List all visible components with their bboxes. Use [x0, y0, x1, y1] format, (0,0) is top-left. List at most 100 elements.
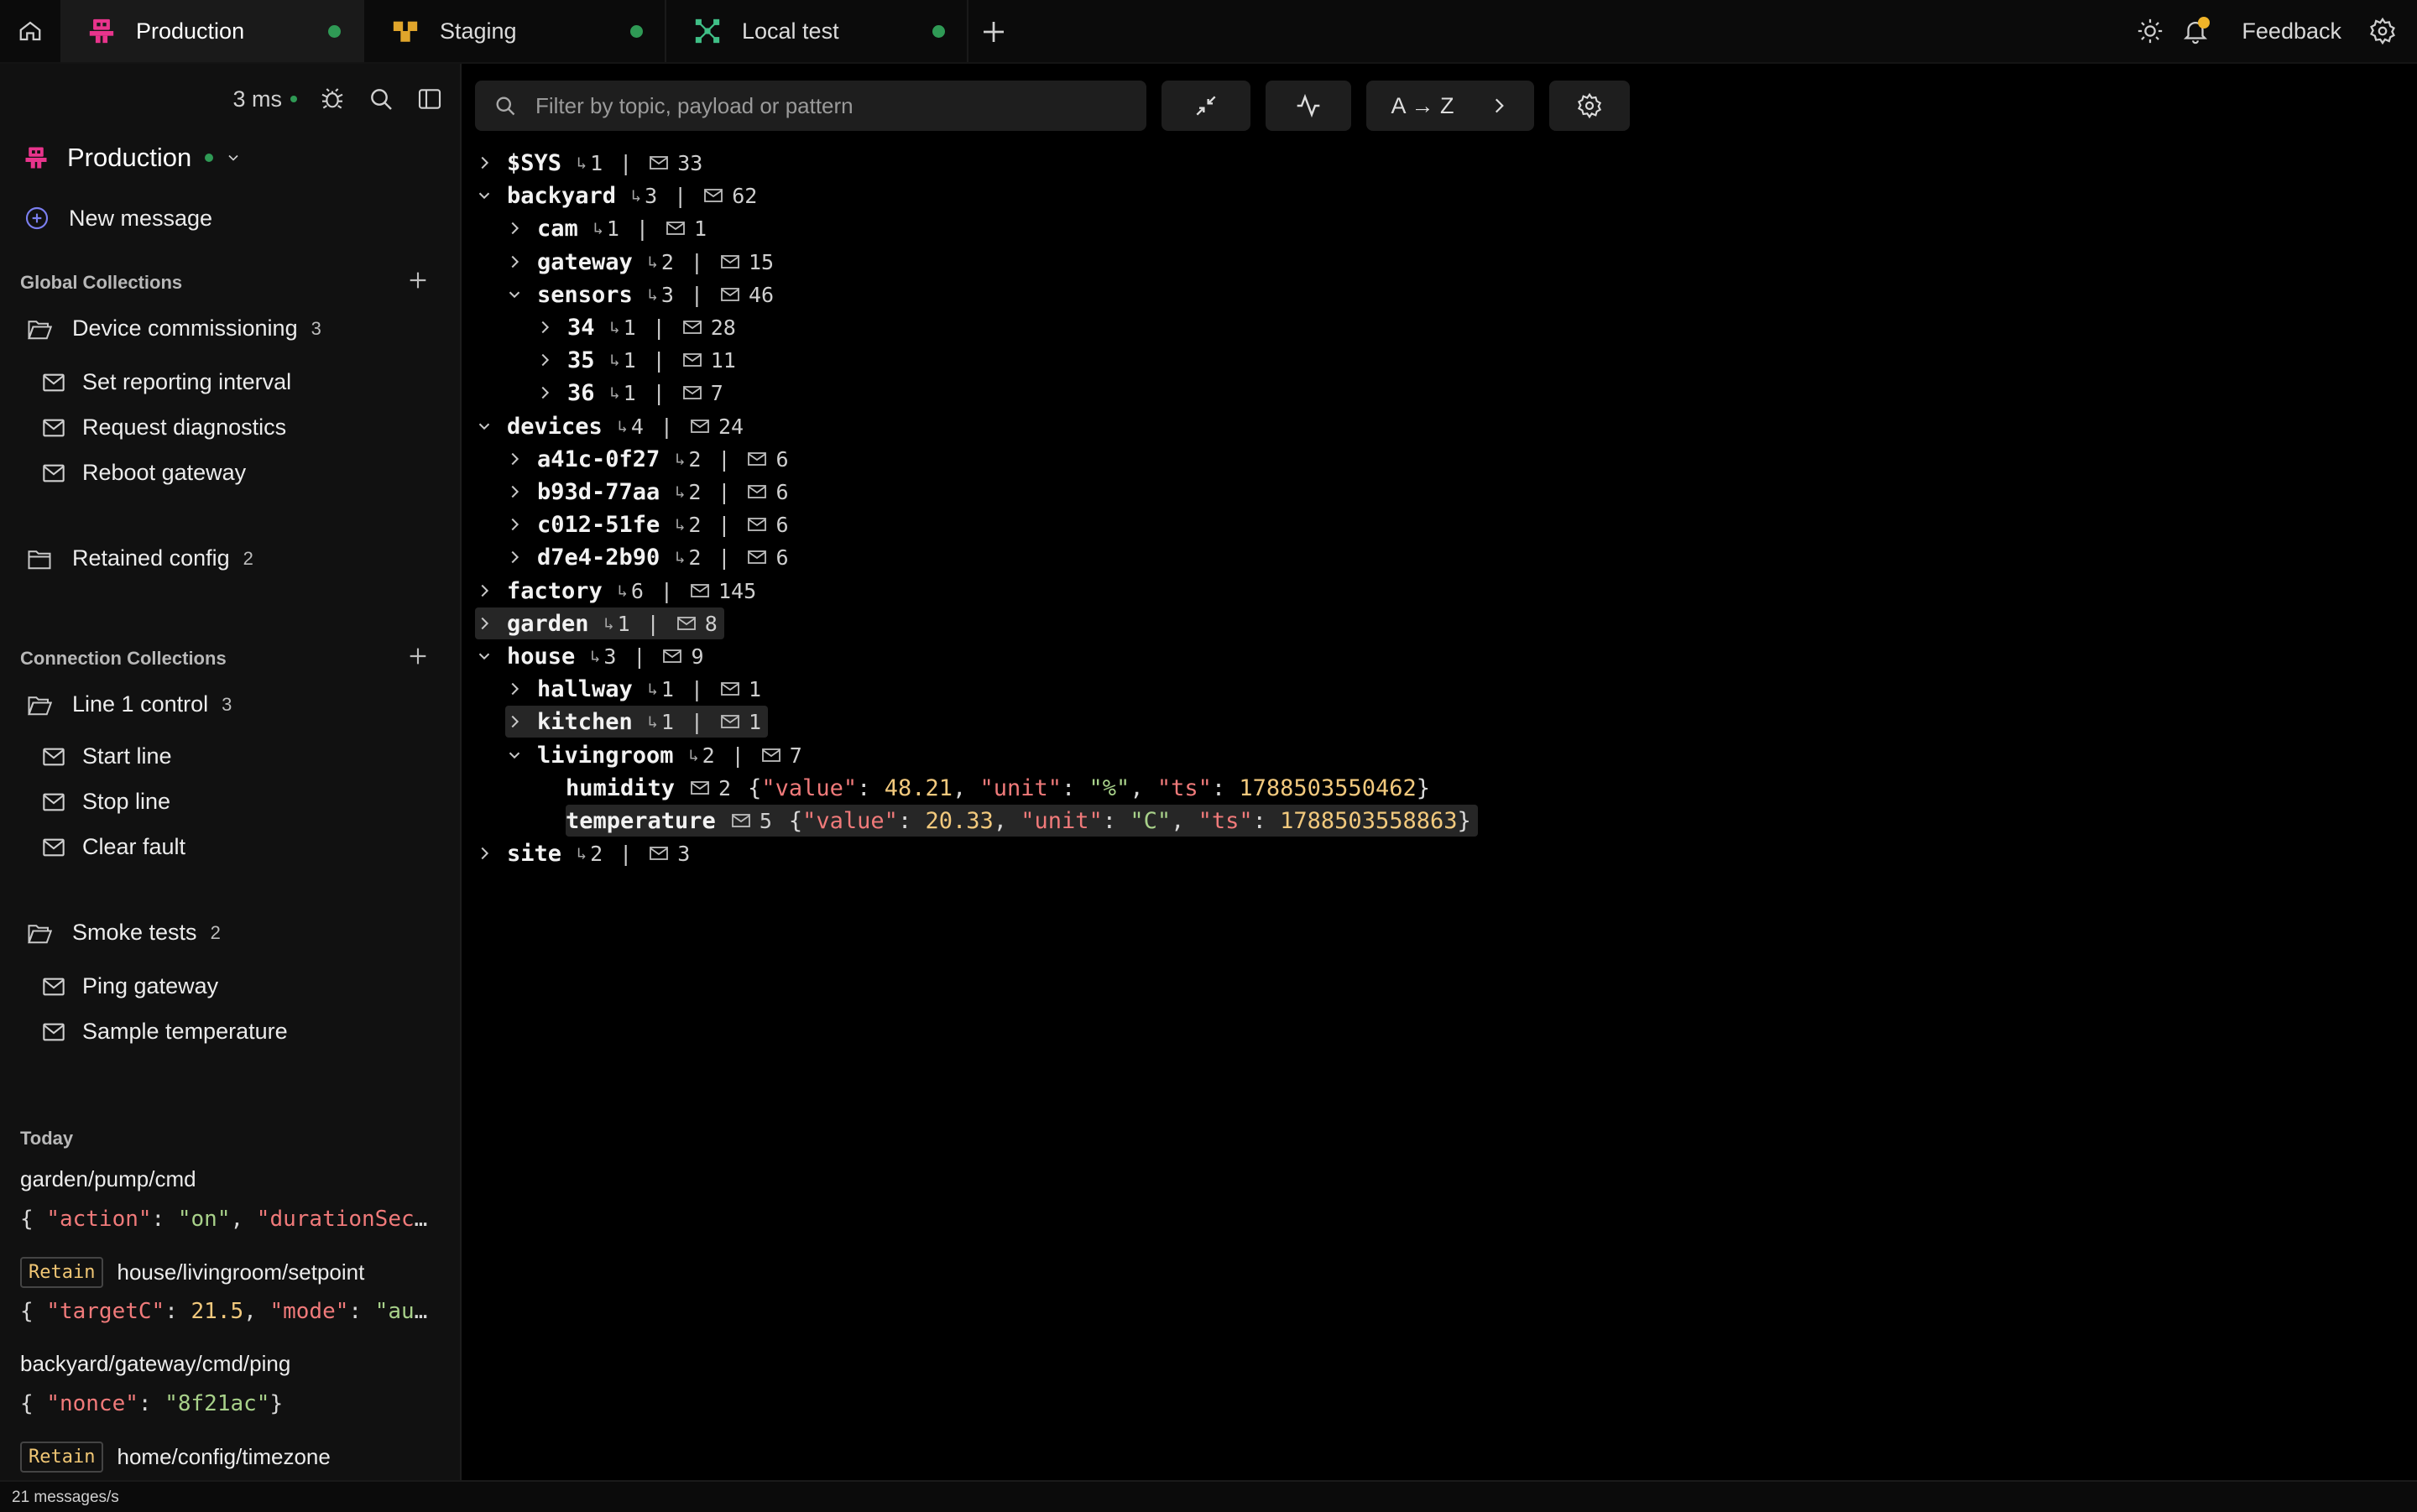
- topic-row[interactable]: kitchen ↳ 1 | 1: [505, 706, 769, 738]
- activity-button[interactable]: [1266, 81, 1351, 131]
- retain-badge: Retain: [20, 1442, 104, 1473]
- history-payload[interactable]: { "nonce": "8f21ac"}: [20, 1391, 431, 1416]
- chevron-right-icon[interactable]: [475, 614, 493, 633]
- tab-local-test[interactable]: Local test: [666, 0, 968, 62]
- collection-message[interactable]: Sample temperature: [42, 1019, 288, 1045]
- topic-row[interactable]: backyard ↳ 3 | 62: [475, 180, 757, 211]
- topic-row[interactable]: 35 ↳ 1 | 11: [535, 344, 736, 376]
- chevron-right-icon[interactable]: [505, 548, 524, 566]
- topic-row[interactable]: devices ↳ 4 | 24: [475, 410, 744, 442]
- chevron-down-icon[interactable]: [475, 186, 493, 205]
- subtopic-arrow: ↳: [647, 712, 658, 732]
- filter-box[interactable]: [475, 81, 1146, 131]
- topic-row[interactable]: garden ↳ 1 | 8: [475, 607, 724, 639]
- filter-input[interactable]: [534, 91, 1125, 120]
- separator: |: [690, 676, 703, 701]
- topic-row[interactable]: house ↳ 3 | 9: [475, 640, 704, 672]
- topic-row[interactable]: gateway ↳ 2 | 15: [505, 246, 774, 278]
- chevron-right-icon[interactable]: [475, 844, 493, 863]
- history-topic[interactable]: Retain house/livingroom/setpoint: [20, 1257, 364, 1288]
- theme-toggle-button[interactable]: [2136, 17, 2164, 45]
- topic-row[interactable]: 34 ↳ 1 | 28: [535, 311, 736, 343]
- new-message-button[interactable]: New message: [23, 205, 212, 232]
- topic-row[interactable]: temperature 5 {"value": 20.33, "unit": "C"…: [566, 805, 1478, 837]
- chevron-right-icon[interactable]: [505, 253, 524, 271]
- feedback-link[interactable]: Feedback: [2242, 18, 2341, 44]
- chevron-right-icon[interactable]: [535, 383, 554, 402]
- settings-button[interactable]: [2368, 17, 2397, 45]
- topic-row[interactable]: humidity 2 {"value": 48.21, "unit": "%", "…: [566, 772, 1430, 804]
- connection-selector[interactable]: Production: [23, 143, 242, 173]
- collection-folder[interactable]: Device commissioning 3: [27, 315, 321, 342]
- subtopic-count: 3: [603, 644, 617, 669]
- topic-row[interactable]: a41c-0f27 ↳ 2 | 6: [505, 443, 789, 475]
- chevron-right-icon[interactable]: [505, 515, 524, 534]
- chevron-right-icon[interactable]: [535, 318, 554, 336]
- collection-message[interactable]: Clear fault: [42, 834, 185, 860]
- chevron-right-icon[interactable]: [505, 450, 524, 468]
- chevron-right-icon[interactable]: [505, 482, 524, 501]
- collapse-all-button[interactable]: [1162, 81, 1250, 131]
- topic-row[interactable]: c012-51fe ↳ 2 | 6: [505, 508, 789, 540]
- chevron-down-icon[interactable]: [505, 746, 524, 764]
- topic-row[interactable]: hallway ↳ 1 | 1: [505, 673, 761, 705]
- chevron-right-icon[interactable]: [505, 680, 524, 698]
- topic-row[interactable]: cam ↳ 1 | 1: [505, 212, 707, 244]
- chevron-down-icon[interactable]: [475, 647, 493, 665]
- collection-message[interactable]: Ping gateway: [42, 973, 218, 999]
- mail-icon: [666, 222, 685, 235]
- topic-row[interactable]: site ↳ 2 | 3: [475, 837, 690, 869]
- history-topic[interactable]: backyard/gateway/cmd/ping: [20, 1351, 290, 1377]
- chevron-right-icon[interactable]: [535, 351, 554, 369]
- history-payload[interactable]: { "action": "on", "durationSeconds": 600…: [20, 1207, 431, 1232]
- topic-name: humidity: [566, 774, 676, 801]
- notifications-button[interactable]: [2181, 17, 2211, 45]
- chevron-right-icon[interactable]: [475, 581, 493, 600]
- collection-folder[interactable]: Smoke tests 2: [27, 920, 221, 946]
- chevron-right-icon[interactable]: [505, 712, 524, 731]
- sort-button[interactable]: A → Z: [1366, 81, 1534, 131]
- topic-name: factory: [507, 577, 603, 604]
- collection-message[interactable]: Set reporting interval: [42, 369, 291, 395]
- topic-row[interactable]: 36 ↳ 1 | 7: [535, 377, 723, 409]
- topic-row[interactable]: livingroom ↳ 2 | 7: [505, 739, 802, 771]
- collection-message[interactable]: Reboot gateway: [42, 460, 246, 486]
- collection-message[interactable]: Stop line: [42, 789, 170, 815]
- chevron-right-icon[interactable]: [475, 154, 493, 172]
- mail-icon: [691, 420, 709, 433]
- mail-icon: [721, 715, 739, 728]
- history-topic[interactable]: garden/pump/cmd: [20, 1166, 196, 1192]
- collection-folder[interactable]: Line 1 control 3: [27, 691, 232, 717]
- topic-name: 34: [567, 314, 595, 341]
- sidebar-toggle-icon[interactable]: [416, 86, 443, 112]
- add-connection-collection-button[interactable]: [405, 643, 431, 670]
- history-topic[interactable]: Retain home/config/timezone: [20, 1442, 331, 1473]
- chevron-right-icon[interactable]: [505, 219, 524, 237]
- tab-staging[interactable]: Staging: [364, 0, 666, 62]
- topic-stats: ↳ 2 | 6: [675, 513, 788, 537]
- subtopic-count: 1: [606, 216, 619, 241]
- chevron-down-icon[interactable]: [505, 285, 524, 304]
- topic-row[interactable]: b93d-77aa ↳ 2 | 6: [505, 476, 789, 508]
- tab-label: Local test: [742, 18, 839, 44]
- new-tab-button[interactable]: [979, 17, 1009, 47]
- topic-row[interactable]: $SYS ↳ 1 | 33: [475, 147, 702, 179]
- topic-name: livingroom: [537, 742, 674, 769]
- add-global-collection-button[interactable]: [405, 267, 431, 294]
- topic-row[interactable]: d7e4-2b90 ↳ 2 | 6: [505, 541, 789, 573]
- collection-message[interactable]: Request diagnostics: [42, 414, 286, 441]
- tab-production[interactable]: Production: [60, 0, 364, 62]
- view-settings-button[interactable]: [1549, 81, 1630, 131]
- collection-message[interactable]: Start line: [42, 743, 172, 769]
- collapse-icon: [1196, 96, 1216, 116]
- home-button[interactable]: [0, 0, 60, 62]
- topic-row[interactable]: factory ↳ 6 | 145: [475, 575, 756, 607]
- message-count: 145: [718, 578, 757, 603]
- chevron-down-icon[interactable]: [475, 417, 493, 435]
- message-count: 6: [775, 545, 789, 570]
- bug-icon[interactable]: [319, 86, 346, 112]
- collection-folder[interactable]: Retained config 2: [27, 545, 253, 571]
- topic-row[interactable]: sensors ↳ 3 | 46: [505, 279, 774, 310]
- history-payload[interactable]: { "targetC": 21.5, "mode": "auto" }: [20, 1299, 431, 1324]
- search-icon[interactable]: [368, 86, 394, 112]
